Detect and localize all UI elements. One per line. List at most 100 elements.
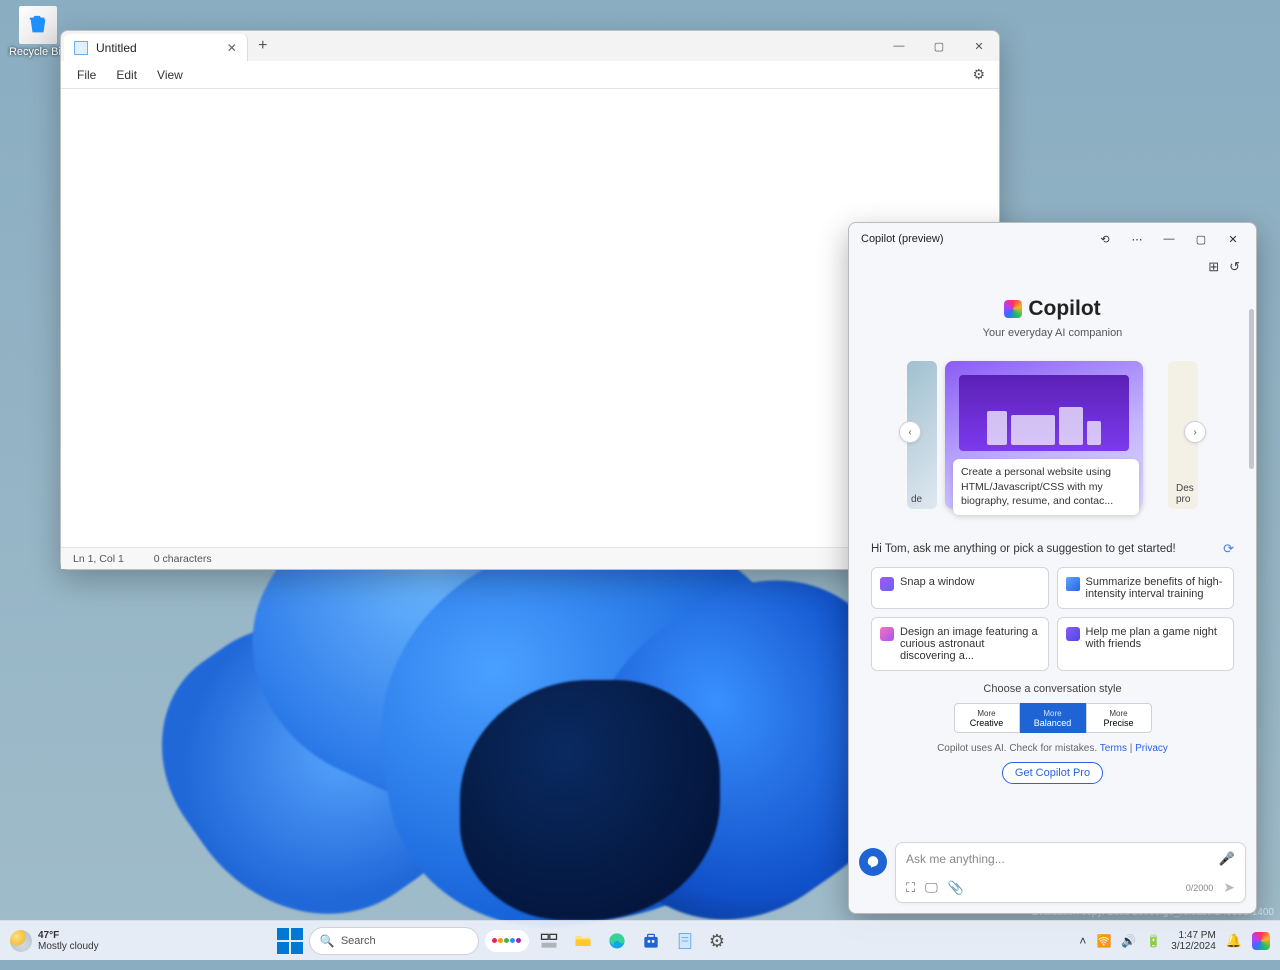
copilot-logo: Copilot — [1004, 297, 1100, 321]
search-highlights-icon[interactable] — [485, 930, 529, 952]
menu-view[interactable]: View — [147, 64, 193, 86]
suggestion-label: Design an image featuring a curious astr… — [900, 626, 1040, 662]
weather-temp: 47°F — [38, 930, 99, 941]
carousel-next-caption: Des pro — [1176, 483, 1206, 505]
search-placeholder: Search — [341, 935, 376, 947]
game-icon — [1066, 627, 1080, 641]
copilot-carousel: de Create a personal website using HTML/… — [859, 361, 1246, 511]
history-icon[interactable]: ↺ — [1229, 259, 1240, 275]
copilot-window: Copilot (preview) ⟲ ⋯ — ▢ ✕ ⊞ ↺ Copilot … — [848, 222, 1257, 914]
status-chars: 0 characters — [154, 553, 212, 565]
refresh-suggestions-icon[interactable]: ⟳ — [1223, 541, 1234, 557]
copilot-greeting: Hi Tom, ask me anything or pick a sugges… — [871, 543, 1176, 555]
input-placeholder: Ask me anything... — [906, 852, 1219, 866]
notepad-file-icon — [74, 41, 88, 55]
weather-widget[interactable]: 47°F Mostly cloudy — [0, 930, 109, 952]
suggestion-summarize-hiit[interactable]: Summarize benefits of high-intensity int… — [1057, 567, 1235, 609]
suggestion-game-night[interactable]: Help me plan a game night with friends — [1057, 617, 1235, 671]
clock-date: 3/12/2024 — [1171, 941, 1216, 952]
maximize-button[interactable]: ▢ — [919, 31, 959, 61]
copilot-title-text: Copilot (preview) — [861, 233, 944, 245]
scrollbar-thumb[interactable] — [1249, 309, 1254, 469]
tab-close-icon[interactable]: ✕ — [227, 41, 237, 55]
copilot-subtitle: Your everyday AI companion — [859, 327, 1246, 339]
notepad-taskbar-icon[interactable] — [671, 927, 699, 955]
copilot-input-area: Ask me anything... 🎤 ⛶ 🖵 📎 0/2000 ➤ — [849, 832, 1256, 913]
copilot-taskbar-icon[interactable] — [1252, 932, 1270, 950]
notepad-tab-title: Untitled — [96, 41, 137, 55]
menu-file[interactable]: File — [67, 64, 106, 86]
task-view-icon[interactable] — [535, 927, 563, 955]
privacy-link[interactable]: Privacy — [1135, 743, 1168, 754]
settings-taskbar-icon[interactable]: ⚙ — [705, 927, 733, 955]
copilot-body: Copilot Your everyday AI companion de Cr… — [849, 279, 1256, 832]
suggestion-label: Summarize benefits of high-intensity int… — [1086, 576, 1226, 600]
terms-link[interactable]: Terms — [1100, 743, 1127, 754]
disclaimer-text: Copilot uses AI. Check for mistakes. Ter… — [859, 743, 1246, 754]
maximize-button[interactable]: ▢ — [1186, 225, 1216, 253]
recycle-bin-label: Recycle Bin — [9, 46, 67, 58]
clock-time: 1:47 PM — [1179, 930, 1216, 941]
copilot-titlebar[interactable]: Copilot (preview) ⟲ ⋯ — ▢ ✕ — [849, 223, 1256, 255]
palette-icon — [880, 627, 894, 641]
more-icon[interactable]: ⋯ — [1122, 225, 1152, 253]
copilot-brand-text: Copilot — [1028, 297, 1100, 321]
carousel-next-button[interactable]: › — [1184, 421, 1206, 443]
minimize-button[interactable]: — — [1154, 225, 1184, 253]
notepad-titlebar[interactable]: Untitled ✕ + — ▢ ✕ — [61, 31, 999, 61]
status-lncol: Ln 1, Col 1 — [73, 553, 124, 565]
volume-icon[interactable]: 🔊 — [1121, 934, 1136, 948]
system-tray: ˄ 🛜 🔊 🔋 1:47 PM 3/12/2024 🔔 — [1069, 930, 1280, 952]
taskbar-center: 🔍 Search ⚙ — [277, 927, 733, 955]
plugins-icon[interactable]: ⊞ — [1208, 259, 1219, 275]
copilot-logo-icon — [1004, 300, 1022, 318]
taskbar: 47°F Mostly cloudy 🔍 Search ⚙ ˄ 🛜 🔊 🔋 1:… — [0, 920, 1280, 960]
search-icon: 🔍 — [320, 934, 335, 948]
battery-icon[interactable]: 🔋 — [1146, 934, 1161, 948]
style-label: Choose a conversation style — [859, 683, 1246, 695]
screenshot-icon[interactable]: 🖵 — [925, 880, 938, 896]
notepad-tab[interactable]: Untitled ✕ — [64, 34, 248, 61]
new-topic-button[interactable] — [859, 848, 887, 876]
conversation-style-group: MoreCreative MoreBalanced MorePrecise — [859, 703, 1246, 733]
suggestion-label: Snap a window — [900, 576, 975, 588]
notepad-menubar: File Edit View ⚙ — [61, 61, 999, 89]
attach-icon[interactable]: 📎 — [948, 880, 964, 896]
sparkle-icon — [880, 577, 894, 591]
carousel-prev-caption: de — [911, 494, 922, 505]
notifications-icon[interactable]: 🔔 — [1226, 933, 1242, 949]
document-icon — [1066, 577, 1080, 591]
settings-icon[interactable]: ⚙ — [964, 62, 993, 87]
send-icon[interactable]: ➤ — [1223, 879, 1235, 896]
get-copilot-pro-button[interactable]: Get Copilot Pro — [1002, 762, 1103, 784]
style-precise[interactable]: MorePrecise — [1086, 703, 1152, 733]
weather-cond: Mostly cloudy — [38, 941, 99, 952]
style-balanced[interactable]: MoreBalanced — [1020, 703, 1086, 733]
carousel-prev-button[interactable]: ‹ — [899, 421, 921, 443]
suggestion-label: Help me plan a game night with friends — [1086, 626, 1226, 650]
tray-chevron-icon[interactable]: ˄ — [1079, 934, 1086, 948]
microphone-icon[interactable]: 🎤 — [1219, 851, 1235, 867]
clock[interactable]: 1:47 PM 3/12/2024 — [1171, 930, 1216, 952]
close-button[interactable]: ✕ — [1218, 225, 1248, 253]
weather-icon — [10, 930, 32, 952]
store-icon[interactable] — [637, 927, 665, 955]
char-counter: 0/2000 — [1186, 883, 1214, 893]
wifi-icon[interactable]: 🛜 — [1096, 934, 1111, 948]
close-button[interactable]: ✕ — [959, 31, 999, 61]
suggestion-snap-window[interactable]: Snap a window — [871, 567, 1049, 609]
edge-icon[interactable] — [603, 927, 631, 955]
visual-search-icon[interactable]: ⛶ — [906, 880, 915, 896]
add-tab-button[interactable]: + — [248, 31, 278, 61]
carousel-main-caption: Create a personal website using HTML/Jav… — [953, 459, 1139, 515]
file-explorer-icon[interactable] — [569, 927, 597, 955]
search-box[interactable]: 🔍 Search — [309, 927, 479, 955]
copilot-input-box[interactable]: Ask me anything... 🎤 ⛶ 🖵 📎 0/2000 ➤ — [895, 842, 1246, 903]
start-button[interactable] — [277, 928, 303, 954]
suggestion-grid: Snap a window Summarize benefits of high… — [859, 557, 1246, 671]
refresh-icon[interactable]: ⟲ — [1090, 225, 1120, 253]
minimize-button[interactable]: — — [879, 31, 919, 61]
style-creative[interactable]: MoreCreative — [954, 703, 1020, 733]
menu-edit[interactable]: Edit — [106, 64, 147, 86]
suggestion-design-image[interactable]: Design an image featuring a curious astr… — [871, 617, 1049, 671]
